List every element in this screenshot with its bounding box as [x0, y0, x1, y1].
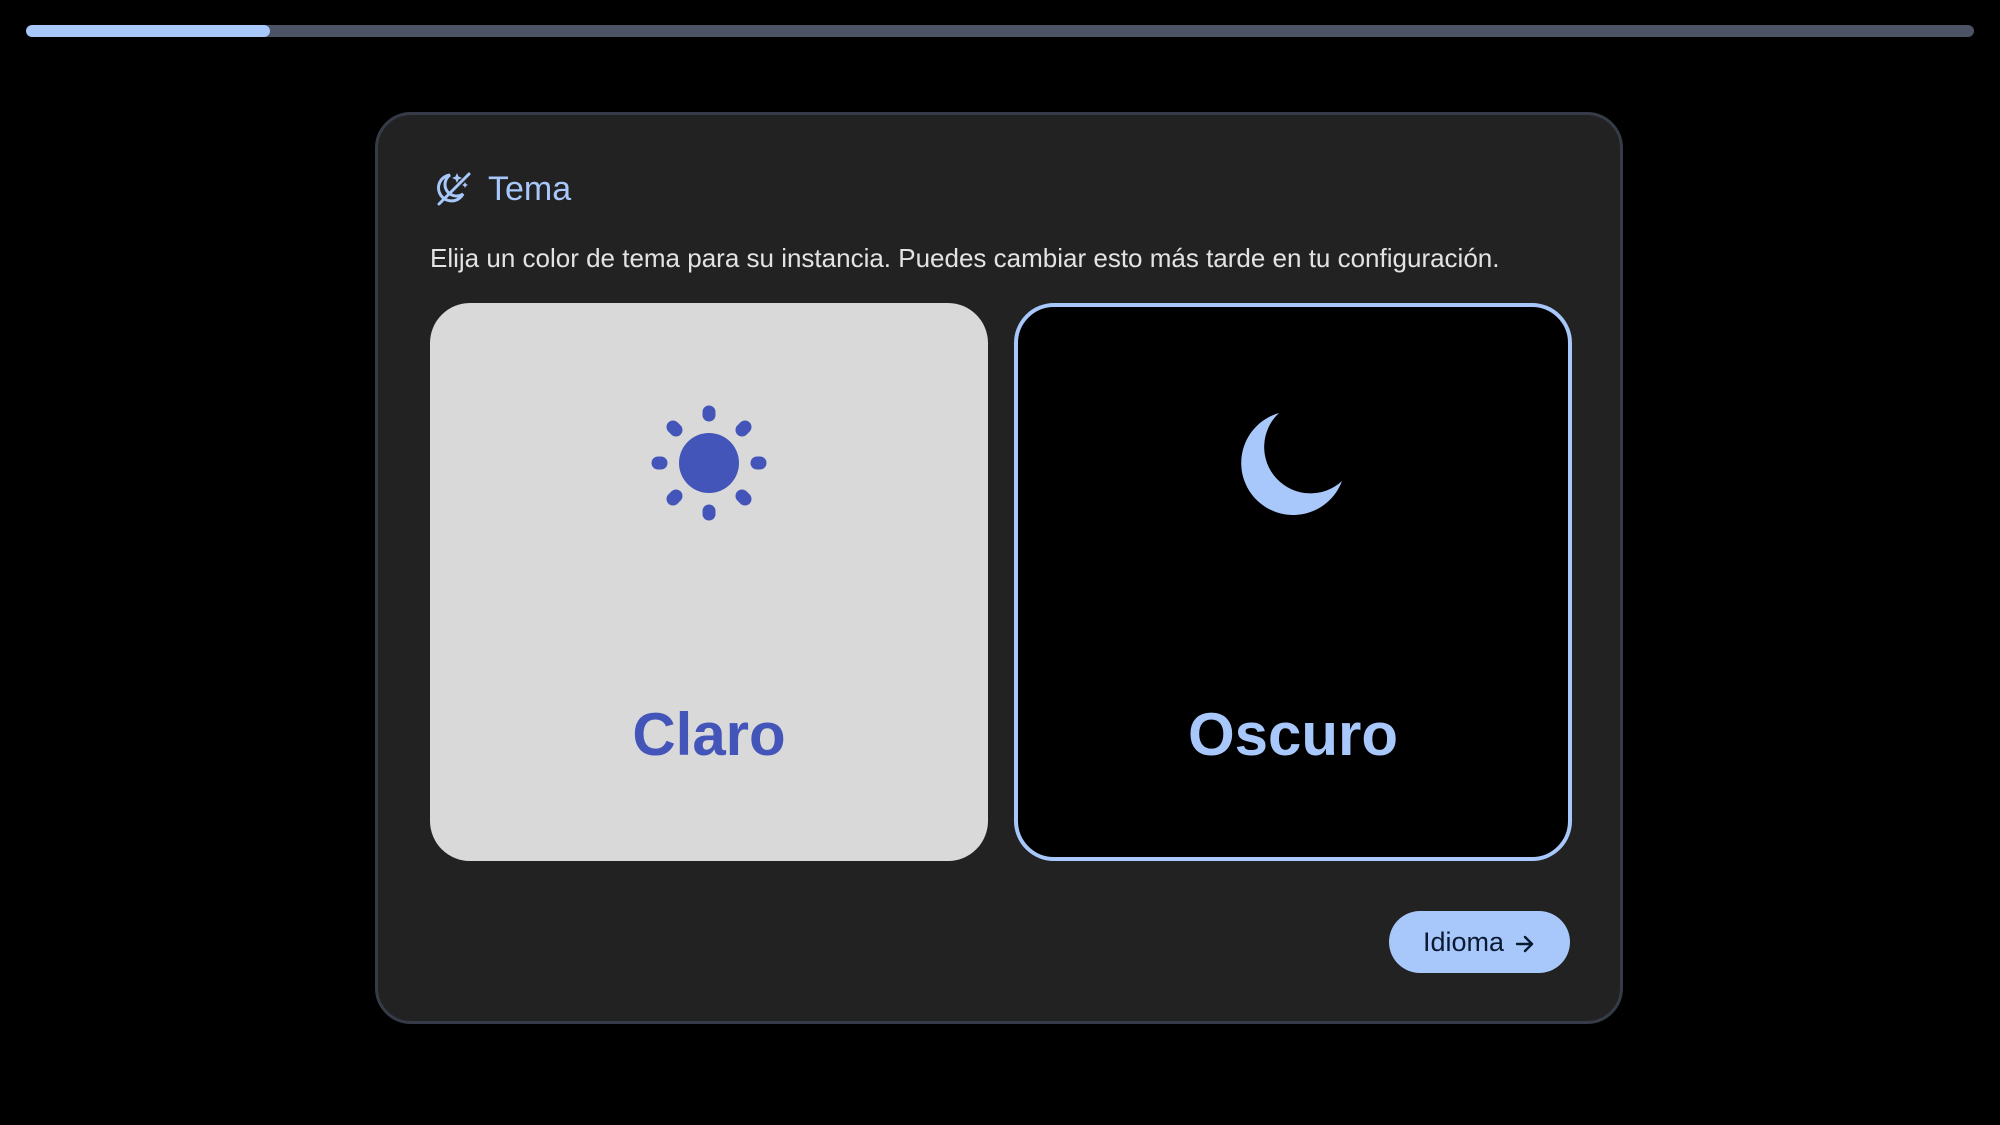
theme-setup-card: Tema Elija un color de tema para su inst… — [375, 112, 1623, 1024]
card-header: Tema — [430, 167, 571, 211]
card-title: Tema — [488, 170, 572, 208]
theme-option-dark[interactable]: Oscuro — [1014, 303, 1572, 861]
progress-bar-fill — [26, 25, 270, 37]
moon-icon — [1233, 407, 1353, 527]
card-description: Elija un color de tema para su instancia… — [430, 243, 1500, 273]
theme-option-light[interactable]: Claro — [430, 303, 988, 861]
theme-option-dark-label: Oscuro — [1187, 701, 1399, 768]
next-button-label: Idioma — [1422, 926, 1504, 957]
theme-option-light-label: Claro — [632, 701, 786, 768]
sun-icon — [649, 403, 769, 523]
theme-icon — [430, 167, 474, 211]
arrow-right-icon — [1514, 931, 1536, 953]
next-button[interactable]: Idioma — [1388, 911, 1570, 973]
progress-bar — [26, 25, 1974, 37]
